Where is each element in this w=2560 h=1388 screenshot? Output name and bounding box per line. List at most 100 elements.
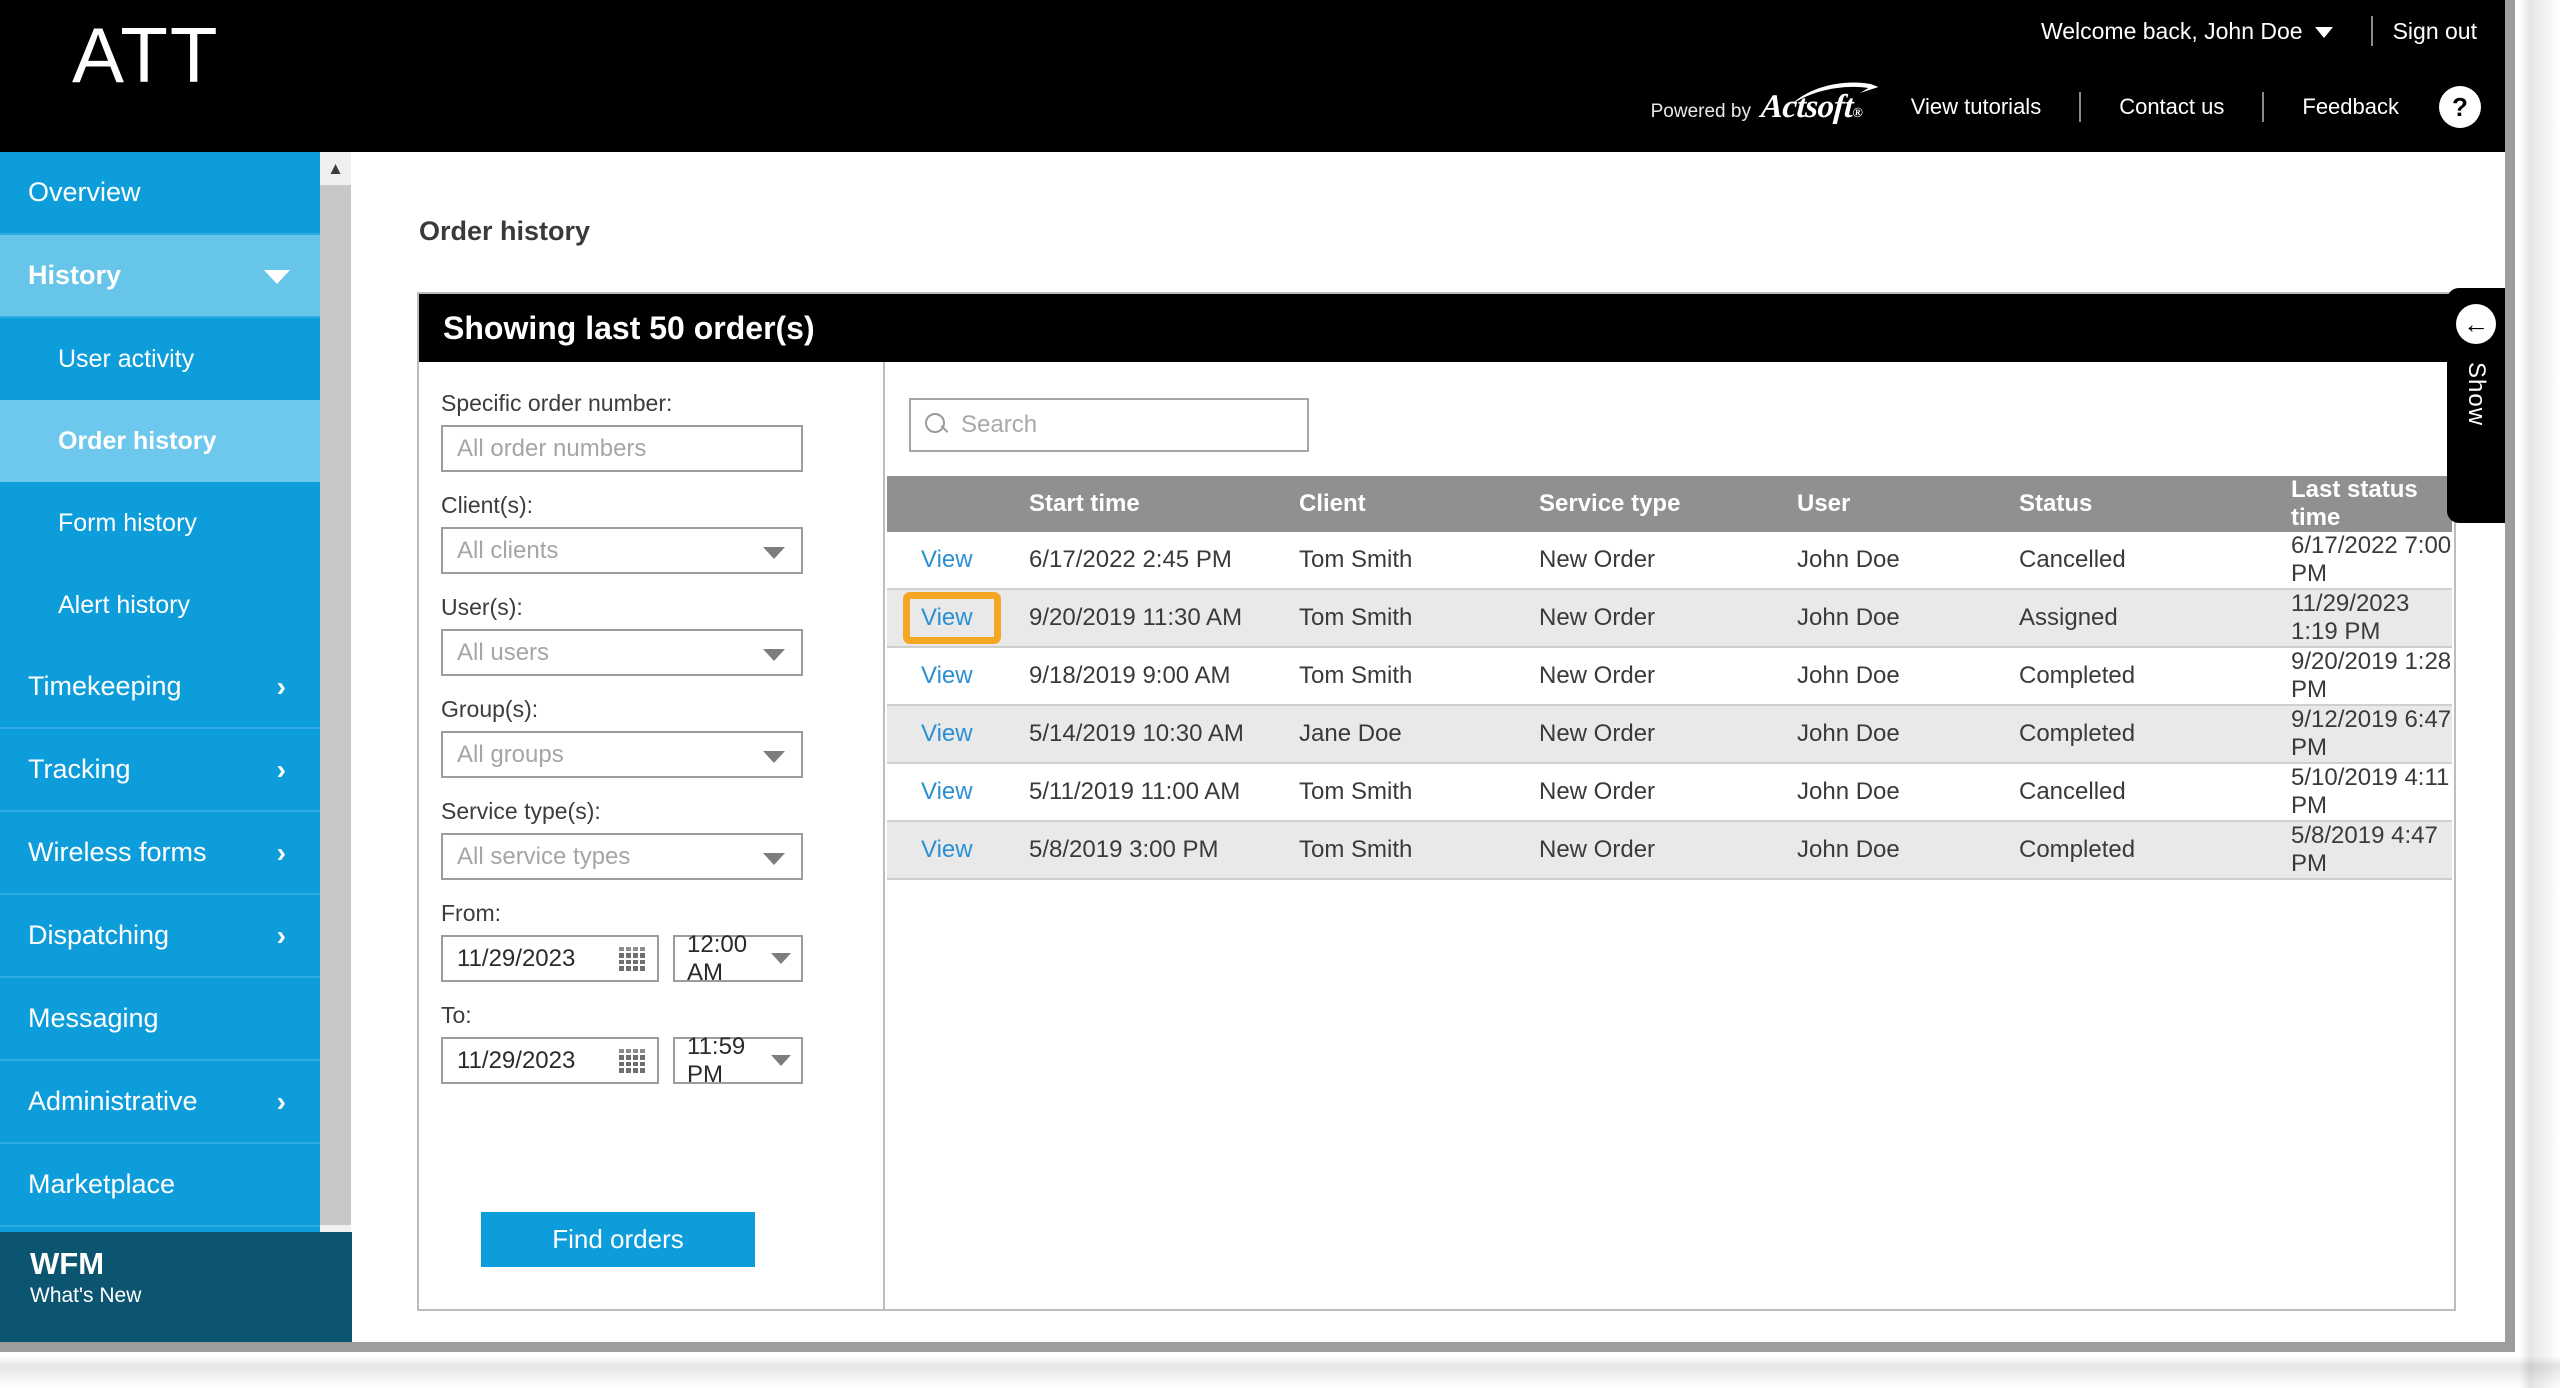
th-start-time[interactable]: Start time	[1015, 476, 1285, 532]
to-time-value: 11:59 PM	[687, 1032, 746, 1088]
sidebar-item-label: History	[28, 260, 122, 290]
table-row[interactable]: View 5/8/2019 3:00 PM Tom Smith New Order Jo…	[887, 821, 2452, 880]
to-date-input[interactable]: 11/29/2023	[441, 1037, 659, 1084]
cell-last-status-time: 9/20/2019 1:28 PM	[2277, 647, 2452, 706]
cell-status: Assigned	[2005, 589, 2277, 648]
sidebar-item-history[interactable]: History	[0, 235, 320, 318]
table-row[interactable]: View 9/18/2019 9:00 AM Tom Smith New Order J…	[887, 647, 2452, 706]
view-cell[interactable]: View	[887, 589, 1015, 648]
view-link[interactable]: View	[921, 604, 973, 631]
divider	[2370, 16, 2373, 46]
from-time-select[interactable]: 12:00 AM	[673, 931, 803, 986]
sidebar-item-label: Order history	[58, 426, 217, 455]
view-link[interactable]: View	[921, 778, 973, 805]
help-icon[interactable]: ?	[2439, 86, 2481, 128]
clients-placeholder: All clients	[457, 536, 559, 564]
brand-logo: ATT	[72, 11, 220, 99]
sidebar-item-label: Form history	[58, 508, 197, 537]
view-link[interactable]: View	[921, 836, 973, 863]
scroll-up-icon[interactable]: ▲	[320, 152, 351, 185]
sidebar-item-wireless-forms[interactable]: Wireless forms ›	[0, 812, 320, 895]
sidebar-item-label: Marketplace	[28, 1169, 176, 1199]
to-time-select[interactable]: 11:59 PM	[673, 1033, 803, 1088]
order-number-input[interactable]: All order numbers	[441, 425, 803, 472]
view-cell[interactable]: View	[887, 532, 1015, 590]
scrollbar-thumb[interactable]	[320, 185, 351, 1225]
sign-out-link[interactable]: Sign out	[2393, 18, 2477, 45]
clients-select[interactable]: All clients	[441, 527, 803, 574]
chevron-right-icon: ›	[276, 670, 286, 702]
from-date-input[interactable]: 11/29/2023	[441, 935, 659, 982]
cell-client: Jane Doe	[1285, 705, 1525, 764]
order-history-panel: Showing last 50 order(s) Specific order …	[417, 292, 2456, 1311]
sidebar-item-user-activity[interactable]: User activity	[0, 318, 320, 400]
view-cell[interactable]: View	[887, 705, 1015, 764]
show-panel-toggle[interactable]: ← Show	[2447, 288, 2505, 523]
sidebar-item-label: Wireless forms	[28, 837, 207, 867]
cell-last-status-time: 9/12/2019 6:47 PM	[2277, 705, 2452, 764]
view-link[interactable]: View	[921, 720, 973, 747]
cell-client: Tom Smith	[1285, 532, 1525, 590]
chevron-down-icon[interactable]	[2314, 27, 2333, 38]
view-cell[interactable]: View	[887, 763, 1015, 822]
feedback-link[interactable]: Feedback	[2284, 94, 2417, 120]
service-types-select[interactable]: All service types	[441, 833, 803, 880]
sidebar-item-alert-history[interactable]: Alert history	[0, 564, 320, 646]
wfm-whats-new-banner[interactable]: WFM What's New	[0, 1232, 352, 1342]
table-row[interactable]: View 5/11/2019 11:00 AM Tom Smith New Order…	[887, 763, 2452, 822]
cell-user: John Doe	[1783, 532, 2005, 590]
sidebar-item-label: Tracking	[28, 754, 131, 784]
groups-select[interactable]: All groups	[441, 731, 803, 778]
view-tutorials-link[interactable]: View tutorials	[1893, 94, 2059, 120]
sidebar-item-label: Timekeeping	[28, 671, 182, 701]
orders-table: Start time Client Service type User Stat…	[887, 476, 2452, 880]
sidebar-item-form-history[interactable]: Form history	[0, 482, 320, 564]
th-status[interactable]: Status	[2005, 476, 2277, 532]
table-header-row: Start time Client Service type User Stat…	[887, 476, 2452, 532]
th-user[interactable]: User	[1783, 476, 2005, 532]
cell-user: John Doe	[1783, 647, 2005, 706]
contact-us-link[interactable]: Contact us	[2101, 94, 2242, 120]
calendar-icon[interactable]	[619, 946, 645, 971]
sidebar-item-overview[interactable]: Overview	[0, 152, 320, 235]
swoosh-decoration	[1789, 79, 1881, 105]
th-last-status-time[interactable]: Last status time	[2277, 476, 2452, 532]
sidebar-item-marketplace[interactable]: Marketplace	[0, 1144, 320, 1227]
sidebar-item-label: Messaging	[28, 1003, 159, 1033]
table-row[interactable]: View 9/20/2019 11:30 AM Tom Smith New Order…	[887, 589, 2452, 648]
cell-last-status-time: 6/17/2022 7:00 PM	[2277, 532, 2452, 590]
view-cell[interactable]: View	[887, 821, 1015, 880]
view-link[interactable]: View	[921, 546, 973, 573]
th-client[interactable]: Client	[1285, 476, 1525, 532]
cell-service-type: New Order	[1525, 647, 1783, 706]
find-orders-button[interactable]: Find orders	[481, 1212, 755, 1267]
th-view	[887, 476, 1015, 532]
view-link[interactable]: View	[921, 662, 973, 689]
sidebar-scrollbar[interactable]: ▲ ▼	[320, 152, 351, 1342]
cell-start-time: 5/14/2019 10:30 AM	[1015, 705, 1285, 764]
sidebar-item-dispatching[interactable]: Dispatching ›	[0, 895, 320, 978]
cell-last-status-time: 5/10/2019 4:11 PM	[2277, 763, 2452, 822]
sidebar-item-order-history[interactable]: Order history	[0, 400, 320, 482]
application-window: ATT Welcome back, John Doe Sign out Powe…	[0, 0, 2515, 1352]
calendar-icon[interactable]	[619, 1048, 645, 1073]
page-title: Order history	[419, 216, 591, 246]
panel-header: Showing last 50 order(s)	[419, 294, 2454, 362]
cell-client: Tom Smith	[1285, 647, 1525, 706]
sidebar-item-tracking[interactable]: Tracking ›	[0, 729, 320, 812]
search-input[interactable]	[961, 411, 1281, 439]
cell-start-time: 5/8/2019 3:00 PM	[1015, 821, 1285, 880]
users-select[interactable]: All users	[441, 629, 803, 676]
cell-service-type: New Order	[1525, 532, 1783, 590]
results-area: Start time Client Service type User Stat…	[887, 362, 2454, 1309]
view-cell[interactable]: View	[887, 647, 1015, 706]
search-box[interactable]	[909, 398, 1309, 452]
table-row[interactable]: View 6/17/2022 2:45 PM Tom Smith New Order J…	[887, 532, 2452, 590]
divider	[2079, 92, 2082, 122]
th-service-type[interactable]: Service type	[1525, 476, 1783, 532]
sidebar-item-administrative[interactable]: Administrative ›	[0, 1061, 320, 1144]
sidebar-item-timekeeping[interactable]: Timekeeping ›	[0, 646, 320, 729]
powered-by-label: Powered by	[1650, 100, 1751, 122]
table-row[interactable]: View 5/14/2019 10:30 AM Jane Doe New Order J…	[887, 705, 2452, 764]
sidebar-item-messaging[interactable]: Messaging	[0, 978, 320, 1061]
